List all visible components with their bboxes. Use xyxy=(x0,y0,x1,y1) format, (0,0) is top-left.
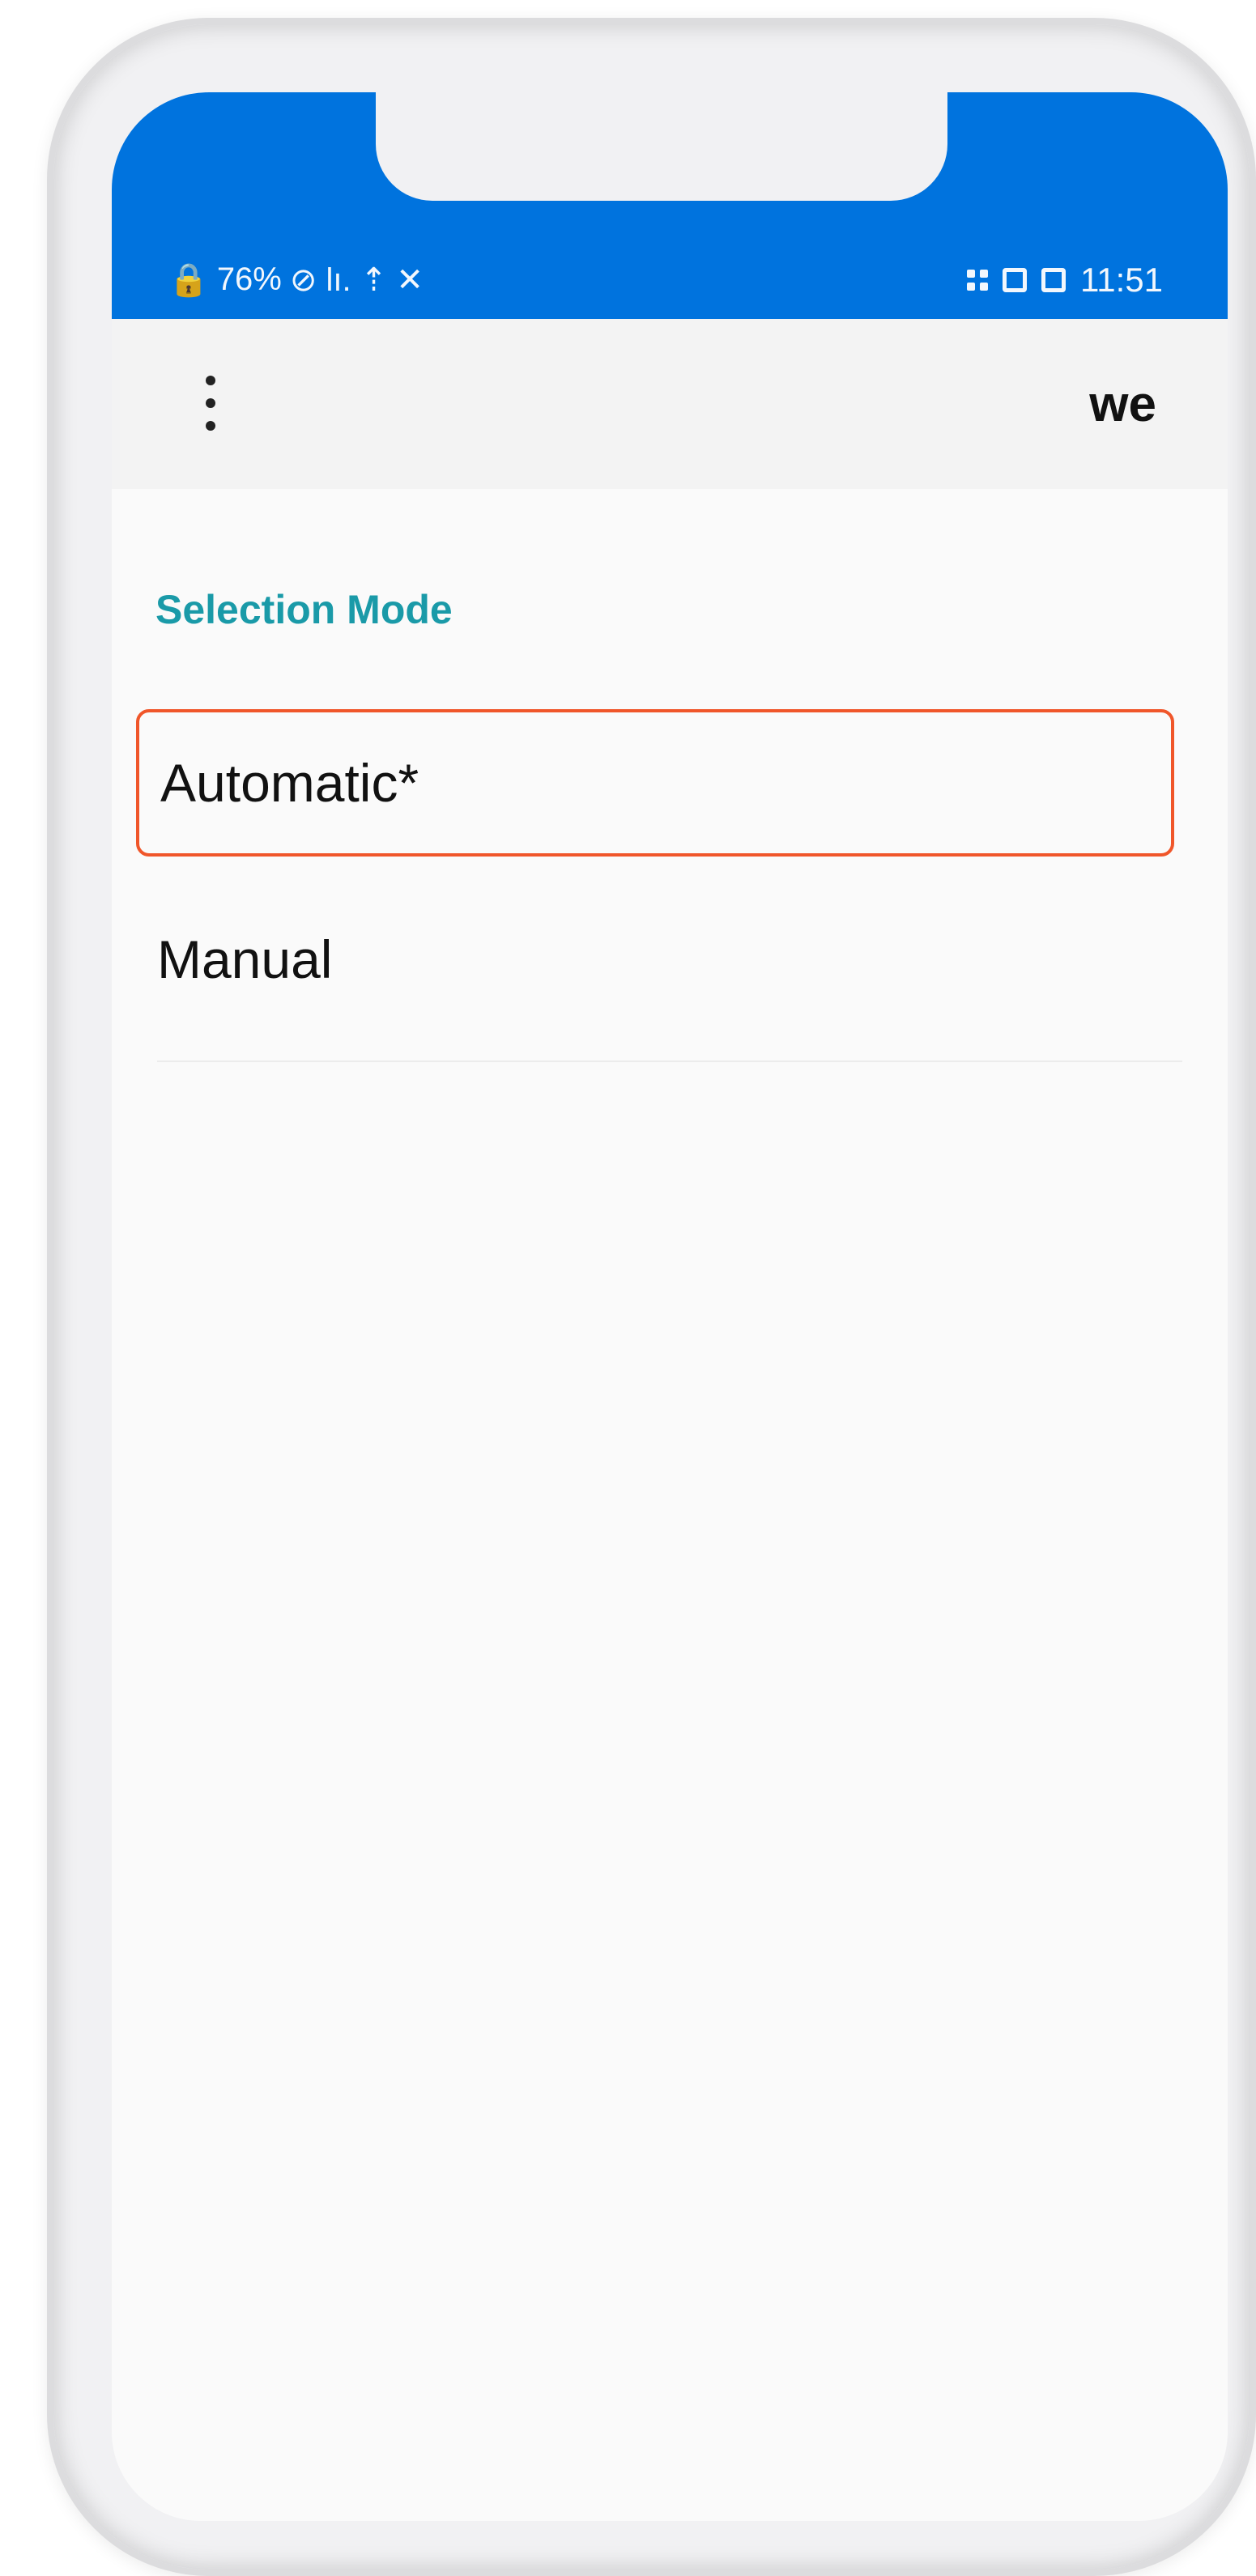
option-manual[interactable]: Manual xyxy=(136,886,1174,1033)
status-right: 11:51 xyxy=(967,261,1163,300)
list-divider xyxy=(157,1061,1182,1062)
section-header: Selection Mode xyxy=(155,587,453,632)
grid-dots-icon xyxy=(967,270,988,291)
image-icon xyxy=(1041,268,1066,292)
checkbox-icon xyxy=(1003,268,1027,292)
phone-frame: 🔒 76% ⊘ lı. ⇡ ✕ 11:51 we Selection Mode … xyxy=(47,18,1256,2576)
battery-text: 76% xyxy=(216,261,282,297)
app-bar: we xyxy=(112,319,1228,489)
screen: 🔒 76% ⊘ lı. ⇡ ✕ 11:51 we Selection Mode … xyxy=(112,92,1228,2521)
option-automatic[interactable]: Automatic* xyxy=(136,709,1174,857)
overflow-menu-icon[interactable] xyxy=(186,371,235,436)
lock-icon: 🔒 xyxy=(168,262,209,298)
notch xyxy=(376,86,947,201)
app-title: we xyxy=(1089,376,1156,432)
clock-text: 11:51 xyxy=(1080,261,1163,299)
status-left: 🔒 76% ⊘ lı. ⇡ ✕ xyxy=(168,261,424,299)
status-icons: ⊘ lı. ⇡ ✕ xyxy=(289,261,424,298)
